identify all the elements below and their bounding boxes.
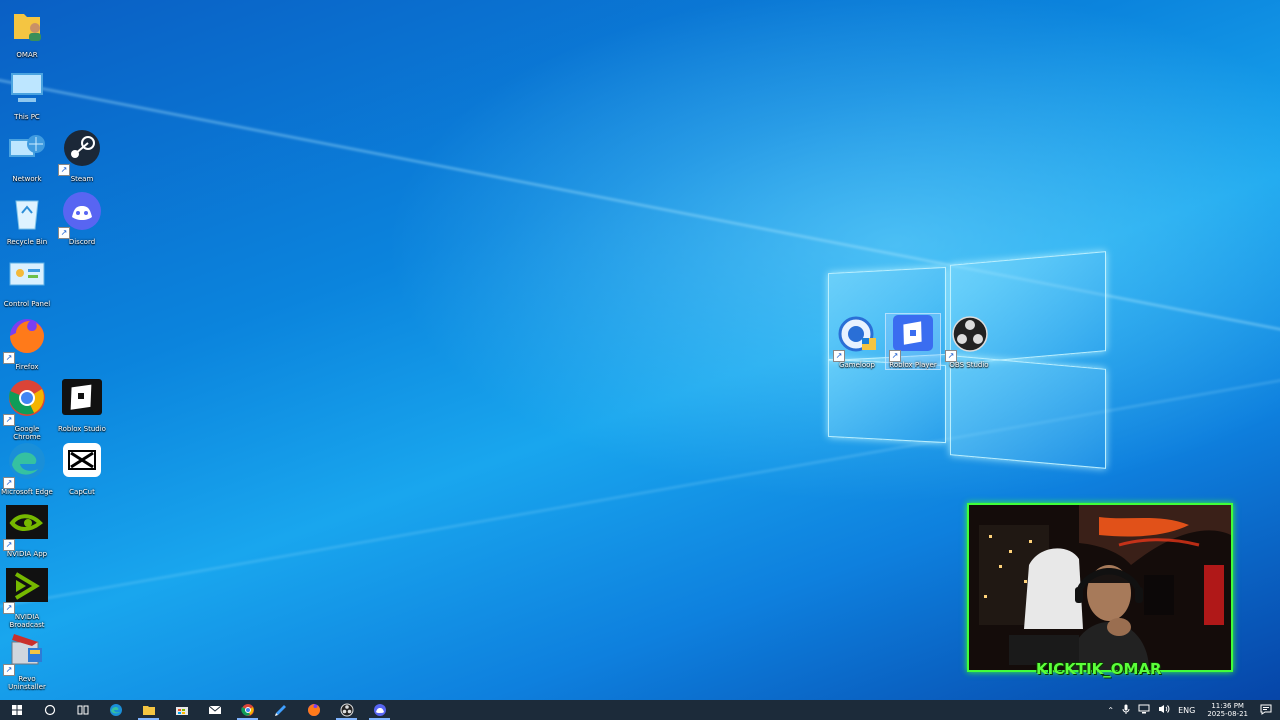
desktop-icon-firefox[interactable]: ↗ Firefox: [0, 316, 54, 371]
desktop-icon-obs-studio[interactable]: ↗ OBS Studio: [942, 314, 996, 369]
obs-icon: ↗: [945, 314, 992, 362]
shortcut-arrow-icon: ↗: [3, 414, 15, 426]
computer-icon: [4, 66, 50, 112]
desktop-icon-capcut[interactable]: CapCut: [55, 441, 109, 496]
system-tray: ⌃ ENG 11:36 PM 2025-08-21: [1103, 700, 1280, 720]
desktop-icon-omar[interactable]: OMAR: [0, 4, 54, 59]
icon-label: Google Chrome: [13, 425, 41, 441]
microphone-icon[interactable]: [1122, 704, 1130, 716]
desktop-icon-nvidia-app[interactable]: ↗ NVIDIA App: [0, 503, 54, 558]
shortcut-arrow-icon: ↗: [3, 352, 15, 364]
desktop-icon-revo-uninstaller[interactable]: ↗ Revo Uninstaller: [0, 628, 54, 691]
roblox-studio-icon: [59, 378, 105, 424]
desktop-icon-microsoft-edge[interactable]: ↗ Microsoft Edge: [0, 441, 54, 496]
shortcut-arrow-icon: ↗: [3, 602, 15, 614]
shortcut-arrow-icon: ↗: [945, 350, 957, 362]
desktop[interactable]: OMAR This PC Network ↗ Steam Recycle Bin…: [0, 0, 1280, 700]
steam-icon: ↗: [58, 128, 105, 176]
desktop-icon-gameloop[interactable]: ↗ Gameloop: [830, 314, 884, 369]
icon-label: Network: [12, 175, 42, 183]
file-explorer-icon[interactable]: [132, 700, 165, 720]
icon-label: OMAR: [16, 51, 38, 59]
webcam-overlay: [967, 503, 1233, 672]
icon-label: Microsoft Edge: [1, 488, 53, 496]
desktop-icon-control-panel[interactable]: Control Panel: [0, 253, 54, 308]
control-panel-icon: [4, 253, 50, 299]
firefox-icon[interactable]: [297, 700, 330, 720]
stream-watermark-text: KICKTIK_OMAR: [1036, 660, 1162, 678]
icon-label: OBS Studio: [949, 361, 989, 369]
desktop-icon-nvidia-broadcast[interactable]: ↗ NVIDIA Broadcast: [0, 566, 54, 629]
desktop-icon-network[interactable]: Network: [0, 128, 54, 183]
icon-label: Revo Uninstaller: [8, 675, 46, 691]
shortcut-arrow-icon: ↗: [833, 350, 845, 362]
shortcut-arrow-icon: ↗: [58, 164, 70, 176]
volume-icon[interactable]: [1158, 704, 1170, 716]
store-icon[interactable]: [165, 700, 198, 720]
language-indicator[interactable]: ENG: [1178, 706, 1195, 715]
clock[interactable]: 11:36 PM 2025-08-21: [1207, 702, 1248, 718]
desktop-icon-discord[interactable]: ↗ Discord: [55, 191, 109, 246]
shortcut-arrow-icon: ↗: [58, 227, 70, 239]
nvidia-icon: ↗: [3, 503, 50, 551]
roblox-player-icon: ↗: [889, 314, 936, 362]
icon-label: Steam: [70, 175, 94, 183]
taskbar: ⌃ ENG 11:36 PM 2025-08-21: [0, 700, 1280, 720]
icon-label: CapCut: [69, 488, 95, 496]
chrome-icon[interactable]: [231, 700, 264, 720]
icon-label: Control Panel: [3, 300, 51, 308]
clock-date: 2025-08-21: [1207, 710, 1248, 718]
network-icon: [4, 128, 50, 174]
user-folder-icon: [4, 4, 50, 50]
chrome-icon: ↗: [3, 378, 50, 426]
desktop-icon-recycle-bin[interactable]: Recycle Bin: [0, 191, 54, 246]
discord-icon[interactable]: [363, 700, 396, 720]
icon-label: Roblox Studio: [58, 425, 106, 433]
nvidia-broadcast-icon: ↗: [3, 566, 50, 614]
shortcut-arrow-icon: ↗: [889, 350, 901, 362]
mail-icon[interactable]: [198, 700, 231, 720]
icon-label: NVIDIA App: [6, 550, 48, 558]
edge-icon: ↗: [3, 441, 50, 489]
network-status-icon[interactable]: [1138, 704, 1150, 716]
clock-time: 11:36 PM: [1211, 702, 1244, 710]
shortcut-arrow-icon: ↗: [3, 664, 15, 676]
desktop-icon-google-chrome[interactable]: ↗ Google Chrome: [0, 378, 54, 441]
icon-label: NVIDIA Broadcast: [9, 613, 45, 629]
icon-label: Roblox Player: [889, 361, 937, 369]
icon-label: Gameloop: [839, 361, 875, 369]
app-icon[interactable]: [264, 700, 297, 720]
desktop-icon-roblox-studio[interactable]: Roblox Studio: [55, 378, 109, 433]
shortcut-arrow-icon: ↗: [3, 539, 15, 551]
gameloop-icon: ↗: [833, 314, 880, 362]
revo-uninstaller-icon: ↗: [3, 628, 50, 676]
discord-icon: ↗: [58, 191, 105, 239]
desktop-icon-this-pc[interactable]: This PC: [0, 66, 54, 121]
desktop-icon-steam[interactable]: ↗ Steam: [55, 128, 109, 183]
icon-label: Discord: [68, 238, 96, 246]
firefox-icon: ↗: [3, 316, 50, 364]
task-view-icon[interactable]: [66, 700, 99, 720]
icon-label: This PC: [14, 113, 40, 121]
chevron-up-icon[interactable]: ⌃: [1107, 706, 1114, 715]
notifications-icon[interactable]: [1260, 704, 1272, 717]
start-icon[interactable]: [0, 700, 33, 720]
icon-label: Firefox: [15, 363, 39, 371]
recycle-bin-icon: [4, 191, 50, 237]
search-icon[interactable]: [33, 700, 66, 720]
shortcut-arrow-icon: ↗: [3, 477, 15, 489]
icon-label: Recycle Bin: [6, 238, 48, 246]
obs-icon[interactable]: [330, 700, 363, 720]
desktop-icon-roblox-player[interactable]: ↗ Roblox Player: [885, 313, 941, 370]
capcut-icon: [59, 441, 105, 487]
edge-icon[interactable]: [99, 700, 132, 720]
webcam-feed-image: [969, 505, 1231, 670]
